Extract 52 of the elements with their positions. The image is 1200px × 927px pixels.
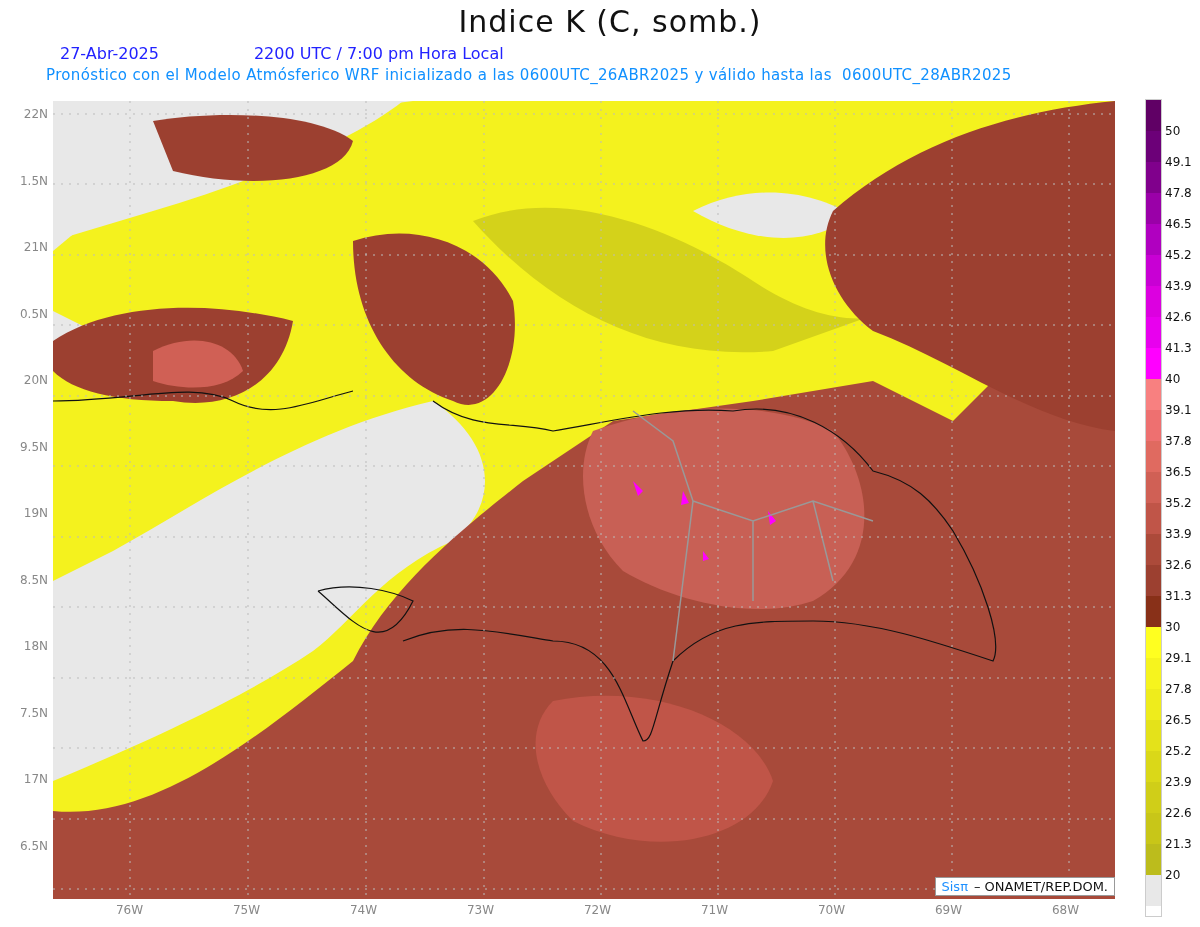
latitude-label: 17N [23, 771, 49, 788]
colorbar-label: 46.5 [1165, 216, 1192, 233]
colorbar-label: 35.2 [1165, 495, 1192, 512]
latitude-label: 21N [23, 239, 49, 256]
forecast-time: 2200 UTC / 7:00 pm Hora Local [253, 43, 504, 63]
colorbar-label: 20 [1165, 867, 1182, 884]
latitude-label: 18N [23, 638, 49, 655]
latitude-label: 22N [23, 106, 49, 123]
colorbar-label: 50 [1165, 123, 1182, 140]
colorbar-label: 30 [1165, 619, 1182, 636]
colorbar-label: 47.8 [1165, 185, 1192, 202]
colorbar-label: 42.6 [1165, 309, 1192, 326]
longitude-label: 74W [348, 903, 379, 917]
colorbar-label: 39.1 [1165, 402, 1192, 419]
colorbar-label: 29.1 [1165, 650, 1192, 667]
longitude-label: 68W [1050, 903, 1081, 917]
latitude-label: 7.5N [19, 704, 49, 722]
longitude-label: 69W [933, 903, 964, 917]
colorbar-label: 41.3 [1165, 340, 1192, 357]
forecast-date: 27-Abr-2025 [60, 43, 159, 63]
credit-text: – ONAMET/REP.DOM. [973, 879, 1108, 894]
longitude-label: 76W [114, 903, 145, 917]
colorbar-label: 25.2 [1165, 743, 1192, 760]
colorbar-label: 45.2 [1165, 247, 1192, 264]
colorbar-label: 32.6 [1165, 557, 1192, 574]
forecast-subtitle: Pronóstico con el Modelo Atmósferico WRF inicializado a las 0600UTC_26ABR2025 y válido hasta las 0600UTC_28ABR2025 [45, 65, 1013, 86]
latitude-label: 1.5N [19, 172, 49, 190]
colorbar-label: 43.9 [1165, 278, 1192, 295]
colorbar-label: 49.1 [1165, 154, 1192, 171]
colorbar-label: 22.6 [1165, 805, 1192, 822]
colorbar-label: 40 [1165, 371, 1182, 388]
chart-title: Indice K (C, somb.) [457, 3, 763, 41]
latitude-label: 6.5N [19, 837, 49, 855]
latitude-label: 8.5N [19, 571, 49, 589]
latitude-label: 9.5N [19, 438, 49, 456]
colorbar-label: 23.9 [1165, 774, 1192, 791]
longitude-label: 71W [699, 903, 730, 917]
longitude-label: 70W [816, 903, 847, 917]
colorbar-label: 31.3 [1165, 588, 1192, 605]
longitude-label: 75W [231, 903, 262, 917]
latitude-label: 20N [23, 372, 49, 389]
colorbar-label: 33.9 [1165, 526, 1192, 543]
colorbar-label: 26.5 [1165, 712, 1192, 729]
colorbar-label: 36.5 [1165, 464, 1192, 481]
logo-text: Sisπ [941, 879, 968, 894]
colorbar-label: 27.8 [1165, 681, 1192, 698]
longitude-label: 73W [465, 903, 496, 917]
latitude-label: 19N [23, 505, 49, 522]
latitude-label: 0.5N [19, 305, 49, 323]
colorbar-label: 21.3 [1165, 836, 1192, 853]
colorbar-label: 37.8 [1165, 433, 1192, 450]
longitude-label: 72W [582, 903, 613, 917]
